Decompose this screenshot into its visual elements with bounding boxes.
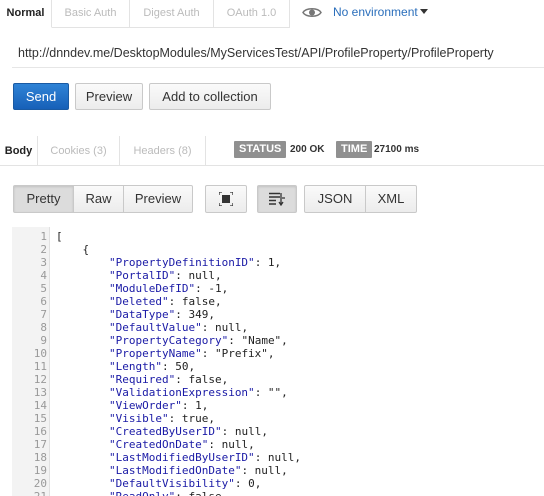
line-number: 1: [40, 230, 47, 243]
line-number: 9: [40, 334, 47, 347]
code-line: "ReadOnly": false,: [56, 490, 228, 496]
code-line: "PropertyDefinitionID": 1,: [108, 256, 282, 269]
line-number: 11: [33, 360, 47, 373]
tab-basic-auth[interactable]: Basic Auth: [52, 0, 130, 28]
tab-normal[interactable]: Normal: [0, 0, 52, 28]
line-number: 3: [40, 256, 47, 269]
line-number: 18: [33, 451, 47, 464]
format-xml-button[interactable]: XML: [365, 185, 417, 213]
code-line: "PortalID": null,: [108, 269, 222, 282]
status-badge: STATUS: [234, 141, 287, 158]
code-line: "PropertyName": "Prefix",: [108, 347, 275, 360]
add-to-collection-button[interactable]: Add to collection: [149, 83, 271, 110]
code-line: "Visible": true,: [108, 412, 215, 425]
view-raw-button[interactable]: Raw: [73, 185, 124, 213]
code-line: "CreatedOnDate": null,: [108, 438, 255, 451]
tab-headers[interactable]: Headers (8): [120, 136, 206, 166]
line-number: 7: [40, 308, 47, 321]
code-line: "DefaultVisibility": 0,: [108, 477, 262, 490]
wrap-lines-button[interactable]: [257, 185, 297, 213]
tab-oauth[interactable]: OAuth 1.0: [214, 0, 290, 28]
tab-body[interactable]: Body: [0, 136, 38, 166]
code-line: [: [56, 230, 63, 243]
environment-selector[interactable]: No environment: [333, 0, 428, 24]
code-line: "DefaultValue": null,: [108, 321, 249, 334]
line-number: 4: [40, 269, 47, 282]
tab-digest-auth[interactable]: Digest Auth: [130, 0, 214, 28]
line-number: 13: [33, 386, 47, 399]
line-number: 10: [33, 347, 47, 360]
time-value: 27100 ms: [374, 144, 420, 155]
view-preview-button[interactable]: Preview: [123, 185, 193, 213]
code-line: "LastModifiedOnDate": null,: [108, 464, 288, 477]
line-number: 17: [33, 438, 47, 451]
code-line: "Deleted": false,: [108, 295, 222, 308]
code-line: {: [56, 243, 90, 256]
line-number: 16: [33, 425, 47, 438]
environment-label: No environment: [333, 5, 418, 19]
chevron-down-icon: [419, 9, 428, 14]
expand-button[interactable]: [205, 185, 247, 213]
line-number: 19: [33, 464, 47, 477]
line-number: 8: [40, 321, 47, 334]
code-line: "LastModifiedByUserID": null,: [108, 451, 302, 464]
tab-cookies[interactable]: Cookies (3): [38, 136, 120, 166]
eye-icon: [302, 8, 322, 17]
wrap-lines-icon: [269, 192, 285, 207]
code-line: "PropertyCategory": "Name",: [108, 334, 288, 347]
url-text: http://dnndev.me/DesktopModules/MyServic…: [18, 46, 494, 60]
expand-icon: [218, 191, 234, 207]
line-number-gutter: 123456789101112131415161718192021: [12, 227, 50, 496]
send-button[interactable]: Send: [13, 83, 69, 110]
line-number: 21: [12, 490, 47, 496]
code-line: "DataType": 349,: [108, 308, 215, 321]
line-number: 12: [33, 373, 47, 386]
response-body-viewer[interactable]: 123456789101112131415161718192021 [ { "P…: [12, 227, 544, 496]
code-line: "Length": 50,: [108, 360, 196, 373]
code-line: "ValidationExpression": "",: [108, 386, 288, 399]
line-number: 2: [40, 243, 47, 256]
format-json-button[interactable]: JSON: [304, 185, 366, 213]
line-number: 20: [33, 477, 47, 490]
auth-tab-bar: Normal Basic Auth Digest Auth OAuth 1.0: [0, 0, 544, 28]
view-pretty-button[interactable]: Pretty: [13, 185, 74, 213]
line-number: 6: [40, 295, 47, 308]
line-number: 14: [33, 399, 47, 412]
url-field[interactable]: http://dnndev.me/DesktopModules/MyServic…: [12, 40, 544, 68]
time-badge: TIME: [336, 141, 373, 158]
line-number: 15: [33, 412, 47, 425]
status-value: 200 OK: [290, 144, 325, 155]
preview-button[interactable]: Preview: [75, 83, 143, 110]
code-line: "CreatedByUserID": null,: [108, 425, 268, 438]
line-number: 5: [40, 282, 47, 295]
code-line: "ViewOrder": 1,: [108, 399, 209, 412]
code-line: "ModuleDefID": -1,: [108, 282, 229, 295]
code-line: "Required": false,: [108, 373, 229, 386]
